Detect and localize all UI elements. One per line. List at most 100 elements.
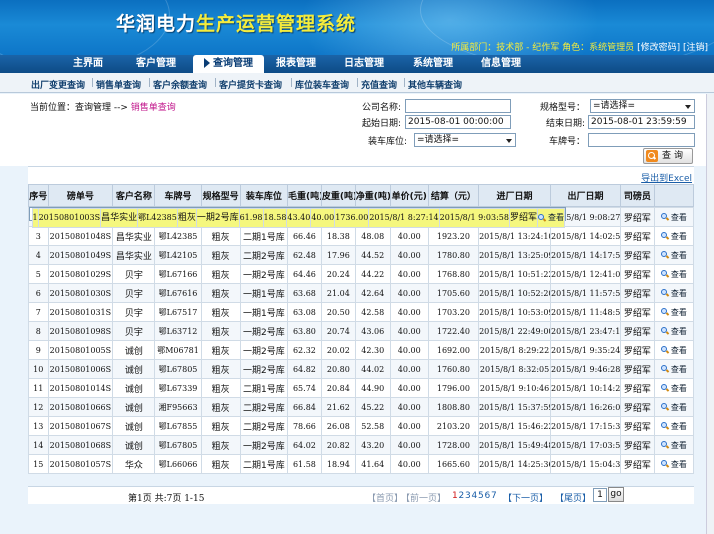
table-cell: 鄂L66066: [154, 454, 202, 474]
table-row[interactable]: 11 20150801014S 诚创 鄂L67339 粗灰 二期1号库 65.74 20.84…: [28, 378, 695, 398]
prev-page-link[interactable]: 【前一页】: [401, 491, 446, 504]
vertical-scrollbar[interactable]: [706, 94, 714, 534]
subnav-sales-order[interactable]: 销售单查询: [96, 78, 141, 91]
go-button[interactable]: go: [608, 487, 624, 502]
table-cell: 65.74: [286, 378, 322, 398]
logout-link[interactable]: [注销]: [683, 43, 708, 53]
column-header: 客户名称: [112, 184, 156, 207]
tab-logs[interactable]: 日志管理: [334, 55, 394, 73]
table-cell: 2015/8/1 15:37:59: [478, 397, 552, 417]
table-row[interactable]: 6 20150801030S 贝宇 鄂L67616 粗灰 一期1号库 63.68 21.04 4…: [28, 283, 695, 303]
table-row[interactable]: 3 20150801048S 昌华实业 鄂L42385 粗灰 二期1号库 66.46 18.3…: [28, 226, 695, 246]
view-button[interactable]: 查看: [660, 212, 687, 223]
table-cell: 鄂L42385: [137, 208, 178, 228]
magnifier-icon: [660, 213, 669, 221]
table-cell: 20150801030S: [47, 283, 114, 303]
view-button[interactable]: 查看: [660, 421, 687, 432]
tab-home[interactable]: 主界面: [58, 55, 118, 73]
magnifier-icon: [660, 232, 669, 240]
view-button[interactable]: 查看: [660, 326, 687, 337]
end-date-input[interactable]: 2015-08-01 23:59:59: [588, 115, 695, 129]
tab-reports[interactable]: 报表管理: [266, 55, 326, 73]
tab-system[interactable]: 系统管理: [403, 55, 463, 73]
page-number-link[interactable]: 7: [491, 491, 497, 501]
table-cell: 罗绍军: [619, 359, 655, 379]
next-page-link[interactable]: 【下一页】: [503, 491, 548, 504]
query-button[interactable]: 查询: [643, 148, 693, 164]
table-cell: 20150801031S: [47, 302, 114, 322]
view-button[interactable]: 查看: [660, 288, 687, 299]
subnav-exit-change[interactable]: 出厂变更查询: [31, 78, 85, 91]
table-row[interactable]: 10 20150801006S 诚创 鄂L67805 粗灰 一期2号库 64.82 20.80…: [28, 359, 695, 379]
table-row[interactable]: 5 20150801029S 贝宇 鄂L67166 粗灰 一期2号库 64.46 20.24 4…: [28, 264, 695, 284]
subnav-depot-loading[interactable]: 库位装车查询: [295, 78, 349, 91]
depot-select[interactable]: =请选择=: [414, 133, 516, 147]
view-button[interactable]: 查看: [660, 345, 687, 356]
table-cell: 诚创: [112, 378, 156, 398]
table-cell: 诚创: [112, 416, 156, 436]
page-number-link[interactable]: 5: [478, 491, 484, 501]
export-excel-link[interactable]: 导出到Excel: [641, 171, 692, 184]
table-row[interactable]: 13 20150801067S 诚创 鄂L67855 粗灰 二期2号库 78.66 26.08…: [28, 416, 695, 436]
column-header: 出厂日期: [550, 184, 621, 207]
page-number-input[interactable]: 1: [593, 488, 607, 502]
table-cell: 40.00: [389, 435, 429, 455]
page-number-link[interactable]: 6: [485, 491, 491, 501]
table-row[interactable]: 12 20150801066S 诚创 湘F95663 粗灰 二期2号库 66.84 21.62…: [28, 397, 695, 417]
view-label: 查看: [670, 231, 687, 241]
table-row[interactable]: 1 20150801003S 昌华实业 鄂L42385 粗灰 一期2号库 61.98 18.5…: [28, 207, 566, 228]
page-number-link[interactable]: 3: [465, 491, 471, 501]
table-row[interactable]: 4 20150801049S 昌华实业 鄂L42105 粗灰 二期2号库 62.48 17.9…: [28, 245, 695, 265]
tab-customers[interactable]: 客户管理: [126, 55, 186, 73]
table-cell: 二期1号库: [239, 454, 288, 474]
table-row[interactable]: 9 20150801005S 诚创 鄂M06781 粗灰 一期2号库 62.32 20.02 4…: [28, 340, 695, 360]
view-button[interactable]: 查看: [660, 269, 687, 280]
view-button[interactable]: 查看: [660, 364, 687, 375]
table-cell: 鄂M06781: [154, 340, 202, 360]
table-row[interactable]: 15 20150801057S 华众 鄂L66066 粗灰 二期1号库 61.58 18.94…: [28, 454, 695, 474]
table-cell: 华众: [112, 454, 156, 474]
company-input[interactable]: [405, 99, 511, 113]
table-cell: 鄂L67855: [154, 416, 202, 436]
tab-query[interactable]: 查询管理: [193, 55, 264, 73]
view-button[interactable]: 查看: [660, 231, 687, 242]
change-password-link[interactable]: [修改密码]: [637, 43, 680, 53]
page-number-link[interactable]: 1: [452, 491, 458, 501]
table-cell: 20150801049S: [47, 245, 114, 265]
view-button[interactable]: 查看: [660, 307, 687, 318]
view-button[interactable]: 查看: [538, 212, 563, 224]
view-label: 查看: [670, 269, 687, 279]
table-row[interactable]: 7 20150801031S 贝宇 鄂L67517 粗灰 一期1号库 63.08 20.50 4…: [28, 302, 695, 322]
table-cell: 61.58: [286, 454, 322, 474]
start-date-input[interactable]: 2015-08-01 00:00:00: [405, 115, 511, 129]
column-header: 毛重(吨): [286, 184, 322, 207]
table-row[interactable]: 8 20150801098S 贝宇 鄂L63712 粗灰 一期2号库 63.80 20.74 4…: [28, 321, 695, 341]
page-number-link[interactable]: 2: [459, 491, 465, 501]
view-button[interactable]: 查看: [660, 459, 687, 470]
first-page-link[interactable]: 【首页】: [367, 491, 403, 504]
subnav-recharge[interactable]: 充值查询: [361, 78, 397, 91]
footer-area: [0, 505, 714, 534]
subnav-separator: |: [403, 78, 407, 88]
view-button[interactable]: 查看: [660, 440, 687, 451]
table-cell: 二期2号库: [239, 416, 288, 436]
view-button[interactable]: 查看: [660, 402, 687, 413]
table-cell: 6: [28, 283, 49, 303]
view-button[interactable]: 查看: [660, 383, 687, 394]
table-cell: 2015/8/1 9:46:28: [550, 359, 621, 379]
plate-input[interactable]: [588, 133, 695, 147]
subnav-other-vehicles[interactable]: 其他车辆查询: [408, 78, 462, 91]
table-cell: 63.68: [286, 283, 322, 303]
subnav-customer-balance[interactable]: 客户余额查询: [153, 78, 207, 91]
table-cell: 1736.00: [334, 208, 370, 228]
view-button[interactable]: 查看: [660, 250, 687, 261]
subnav-pickup-card[interactable]: 客户提货卡查询: [219, 78, 282, 91]
page-number-link[interactable]: 4: [472, 491, 478, 501]
table-row[interactable]: 14 20150801068S 诚创 鄂L67805 粗灰 一期2号库 64.02 20.82…: [28, 435, 695, 455]
last-page-link[interactable]: 【尾页】: [555, 491, 591, 504]
table-cell: 40.00: [389, 359, 429, 379]
tab-info[interactable]: 信息管理: [471, 55, 531, 73]
spec-select[interactable]: =请选择=: [590, 99, 695, 113]
table-cell: 40.00: [389, 340, 429, 360]
table-cell: 2015/8/1 8:29:22: [478, 340, 552, 360]
